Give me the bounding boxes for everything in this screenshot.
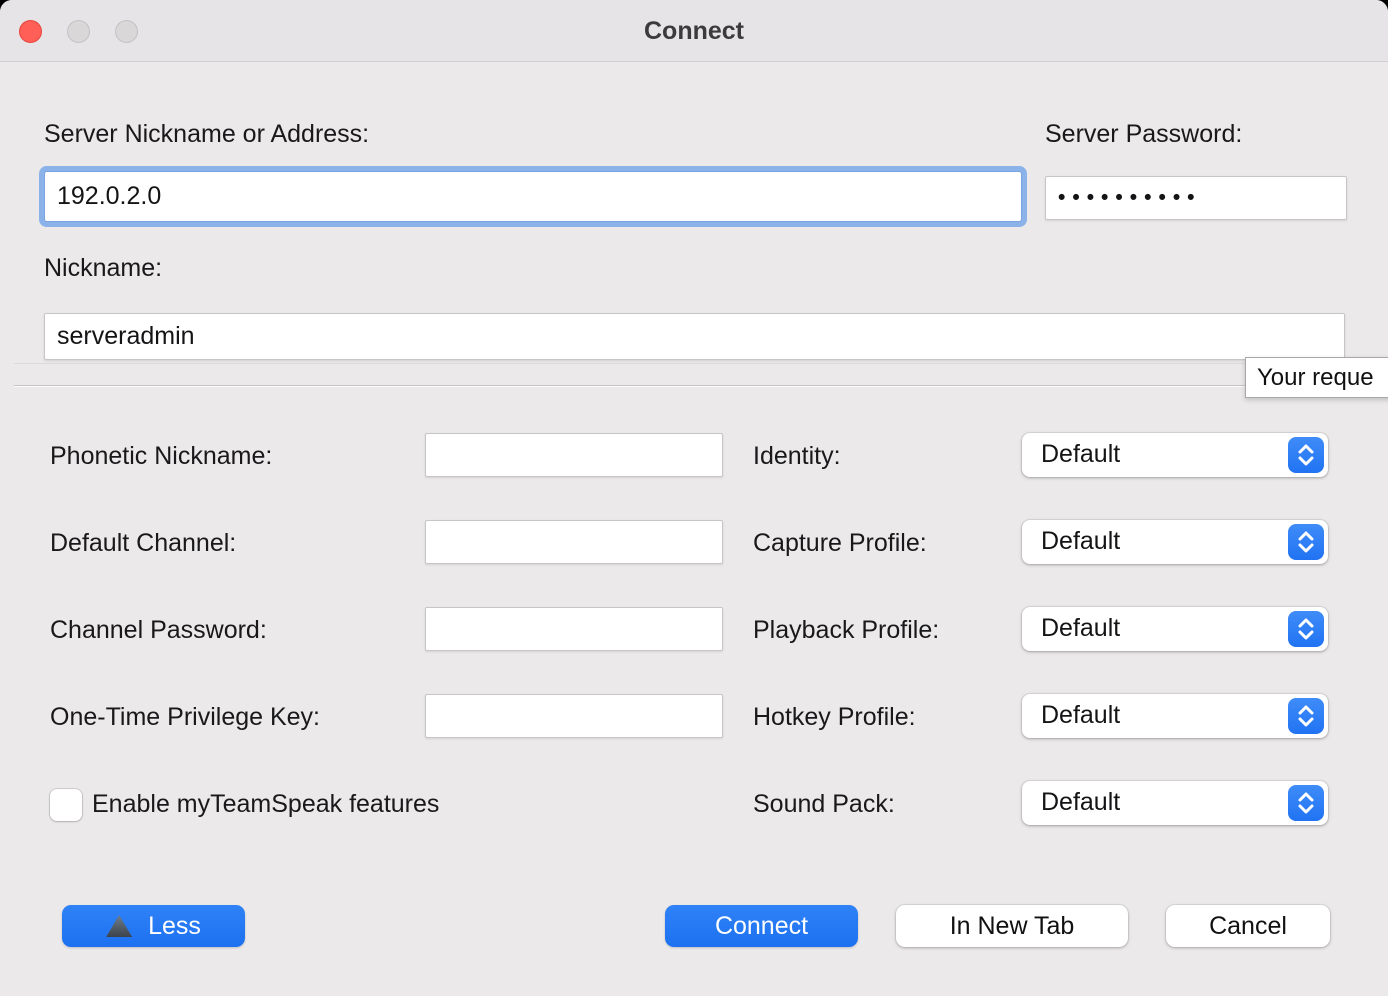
tooltip: Your reque <box>1245 357 1388 398</box>
hotkey-profile-select[interactable]: Default <box>1022 694 1328 738</box>
window-title: Connect <box>0 0 1388 62</box>
connect-button-label: Connect <box>715 912 808 941</box>
chevron-up-down-icon <box>1288 698 1324 734</box>
capture-profile-select[interactable]: Default <box>1022 520 1328 564</box>
cancel-button-label: Cancel <box>1209 912 1287 941</box>
cancel-button[interactable]: Cancel <box>1166 905 1330 947</box>
privilege-key-label: One-Time Privilege Key: <box>50 703 320 732</box>
default-channel-label: Default Channel: <box>50 529 236 558</box>
section-divider <box>14 385 1388 387</box>
default-channel-input[interactable] <box>425 520 723 564</box>
in-new-tab-button[interactable]: In New Tab <box>896 905 1128 947</box>
less-button-label: Less <box>148 912 201 941</box>
identity-label: Identity: <box>753 442 841 471</box>
channel-password-label: Channel Password: <box>50 616 267 645</box>
chevron-up-down-icon <box>1288 785 1324 821</box>
phonetic-nickname-input[interactable] <box>425 433 723 477</box>
phonetic-nickname-label: Phonetic Nickname: <box>50 442 272 471</box>
server-address-label: Server Nickname or Address: <box>44 120 369 149</box>
triangle-up-icon <box>106 915 132 937</box>
capture-profile-value: Default <box>1041 520 1120 564</box>
playback-profile-select[interactable]: Default <box>1022 607 1328 651</box>
chevron-up-down-icon <box>1288 611 1324 647</box>
channel-password-input[interactable] <box>425 607 723 651</box>
sound-pack-label: Sound Pack: <box>753 790 895 819</box>
hotkey-profile-label: Hotkey Profile: <box>753 703 916 732</box>
sound-pack-select[interactable]: Default <box>1022 781 1328 825</box>
enable-myteamspeak-checkbox[interactable] <box>50 789 82 821</box>
nickname-label: Nickname: <box>44 254 162 283</box>
connect-dialog: Connect Server Nickname or Address: Serv… <box>0 0 1388 996</box>
playback-profile-value: Default <box>1041 607 1120 651</box>
playback-profile-label: Playback Profile: <box>753 616 939 645</box>
server-address-input[interactable] <box>44 171 1022 222</box>
identity-select[interactable]: Default <box>1022 433 1328 477</box>
server-password-label: Server Password: <box>1045 120 1242 149</box>
hotkey-profile-value: Default <box>1041 694 1120 738</box>
capture-profile-label: Capture Profile: <box>753 529 927 558</box>
nickname-input[interactable] <box>44 313 1345 360</box>
sound-pack-value: Default <box>1041 781 1120 825</box>
identity-value: Default <box>1041 433 1120 477</box>
chevron-up-down-icon <box>1288 437 1324 473</box>
titlebar: Connect <box>0 0 1388 62</box>
server-password-input[interactable] <box>1045 176 1347 220</box>
chevron-up-down-icon <box>1288 524 1324 560</box>
section-divider-top <box>14 363 1374 364</box>
connect-button[interactable]: Connect <box>665 905 858 947</box>
in-new-tab-button-label: In New Tab <box>950 912 1075 941</box>
enable-myteamspeak-label: Enable myTeamSpeak features <box>92 790 439 819</box>
privilege-key-input[interactable] <box>425 694 723 738</box>
less-button[interactable]: Less <box>62 905 245 947</box>
